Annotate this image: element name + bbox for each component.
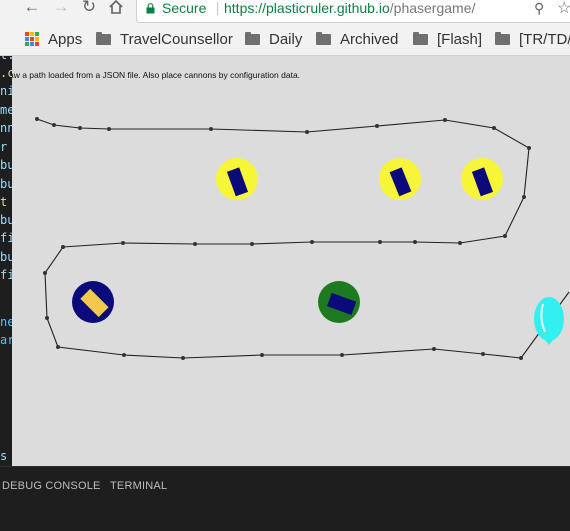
code-fragment: r — [0, 140, 8, 154]
code-fragment: t: — [0, 56, 12, 62]
editor-panel-bar: DEBUG CONSOLE TERMINAL — [0, 466, 570, 531]
address-bar[interactable]: Secure https://plasticruler.github.io/ph… — [136, 0, 570, 23]
folder-icon — [495, 31, 510, 45]
code-fragment: bu — [0, 250, 12, 264]
bookmark-label: Archived — [340, 30, 399, 48]
bookmark-tr-td[interactable]: [TR/TD/ — [495, 29, 570, 49]
folder-icon — [96, 31, 111, 45]
editor-code-strip: t: .c ni me nn r bu bu t bu fi bu fi ne … — [0, 56, 12, 466]
yellow-cannon-2[interactable] — [379, 158, 421, 200]
code-fragment: s — [0, 449, 8, 463]
bookmark-label: Apps — [48, 30, 83, 48]
code-fragment: me — [0, 103, 12, 117]
bookmark-label: [TR/TD/ — [519, 30, 570, 48]
tab-terminal[interactable]: TERMINAL — [110, 480, 167, 492]
bookmark-label: Daily — [269, 30, 303, 48]
code-fragment: nn — [0, 121, 12, 135]
code-fragment: t — [0, 195, 8, 209]
code-fragment: ni — [0, 84, 12, 98]
bookmark-apps[interactable]: Apps — [25, 29, 82, 49]
back-icon[interactable]: ← — [22, 0, 42, 20]
apps-icon — [25, 32, 39, 46]
bookmark-flash[interactable]: [Flash] — [413, 29, 482, 49]
folder-icon — [316, 31, 331, 45]
navy-cannon[interactable] — [72, 281, 114, 323]
enemy-path — [36, 118, 570, 359]
code-fragment: fi — [0, 268, 12, 282]
omnibox-separator — [217, 2, 218, 15]
home-icon[interactable] — [106, 0, 126, 20]
bookmark-label: [Flash] — [437, 30, 483, 48]
yellow-cannon-1[interactable] — [216, 158, 258, 200]
green-cannon[interactable] — [318, 281, 360, 323]
bookmark-label: TravelCounsellor — [120, 30, 233, 48]
code-fragment: bu — [0, 158, 12, 172]
code-fragment: fi — [0, 231, 12, 245]
code-fragment: ar — [0, 333, 12, 347]
reload-icon[interactable]: ↻ — [79, 0, 99, 20]
bookmark-travelcounsellor[interactable]: TravelCounsellor — [96, 29, 233, 49]
secure-label: Secure — [162, 0, 207, 16]
balloon-enemy[interactable] — [534, 297, 564, 345]
game-description: Draw a path loaded from a JSON file. Als… — [12, 70, 301, 80]
code-fragment: bu — [0, 213, 12, 227]
forward-icon[interactable]: → — [51, 0, 71, 20]
path-nodes — [35, 117, 531, 360]
zoom-icon[interactable]: ⚲ — [534, 0, 544, 17]
game-canvas[interactable]: Draw a path loaded from a JSON file. Als… — [12, 56, 570, 466]
url-path: /phasergame/ — [389, 0, 476, 16]
browser-toolbar: ← → ↻ Secure https://plasticruler.github… — [0, 0, 570, 23]
game-scene — [35, 117, 570, 360]
bookmark-archived[interactable]: Archived — [316, 29, 398, 49]
folder-icon — [245, 31, 260, 45]
code-fragment: .c — [0, 66, 12, 80]
lock-icon — [146, 1, 155, 14]
yellow-cannon-3[interactable] — [461, 158, 503, 200]
bookmark-star-icon[interactable]: ☆ — [557, 0, 570, 18]
code-fragment: bu — [0, 177, 12, 191]
tab-debug-console[interactable]: DEBUG CONSOLE — [2, 480, 101, 492]
url-text[interactable]: https://plasticruler.github.io/phasergam… — [224, 0, 475, 16]
bookmark-daily[interactable]: Daily — [245, 29, 302, 49]
code-fragment: ne — [0, 315, 12, 329]
url-host: https://plasticruler.github.io — [224, 0, 390, 16]
bookmarks-bar: Apps TravelCounsellor Daily Archived [Fl… — [0, 23, 570, 56]
folder-icon — [413, 31, 428, 45]
